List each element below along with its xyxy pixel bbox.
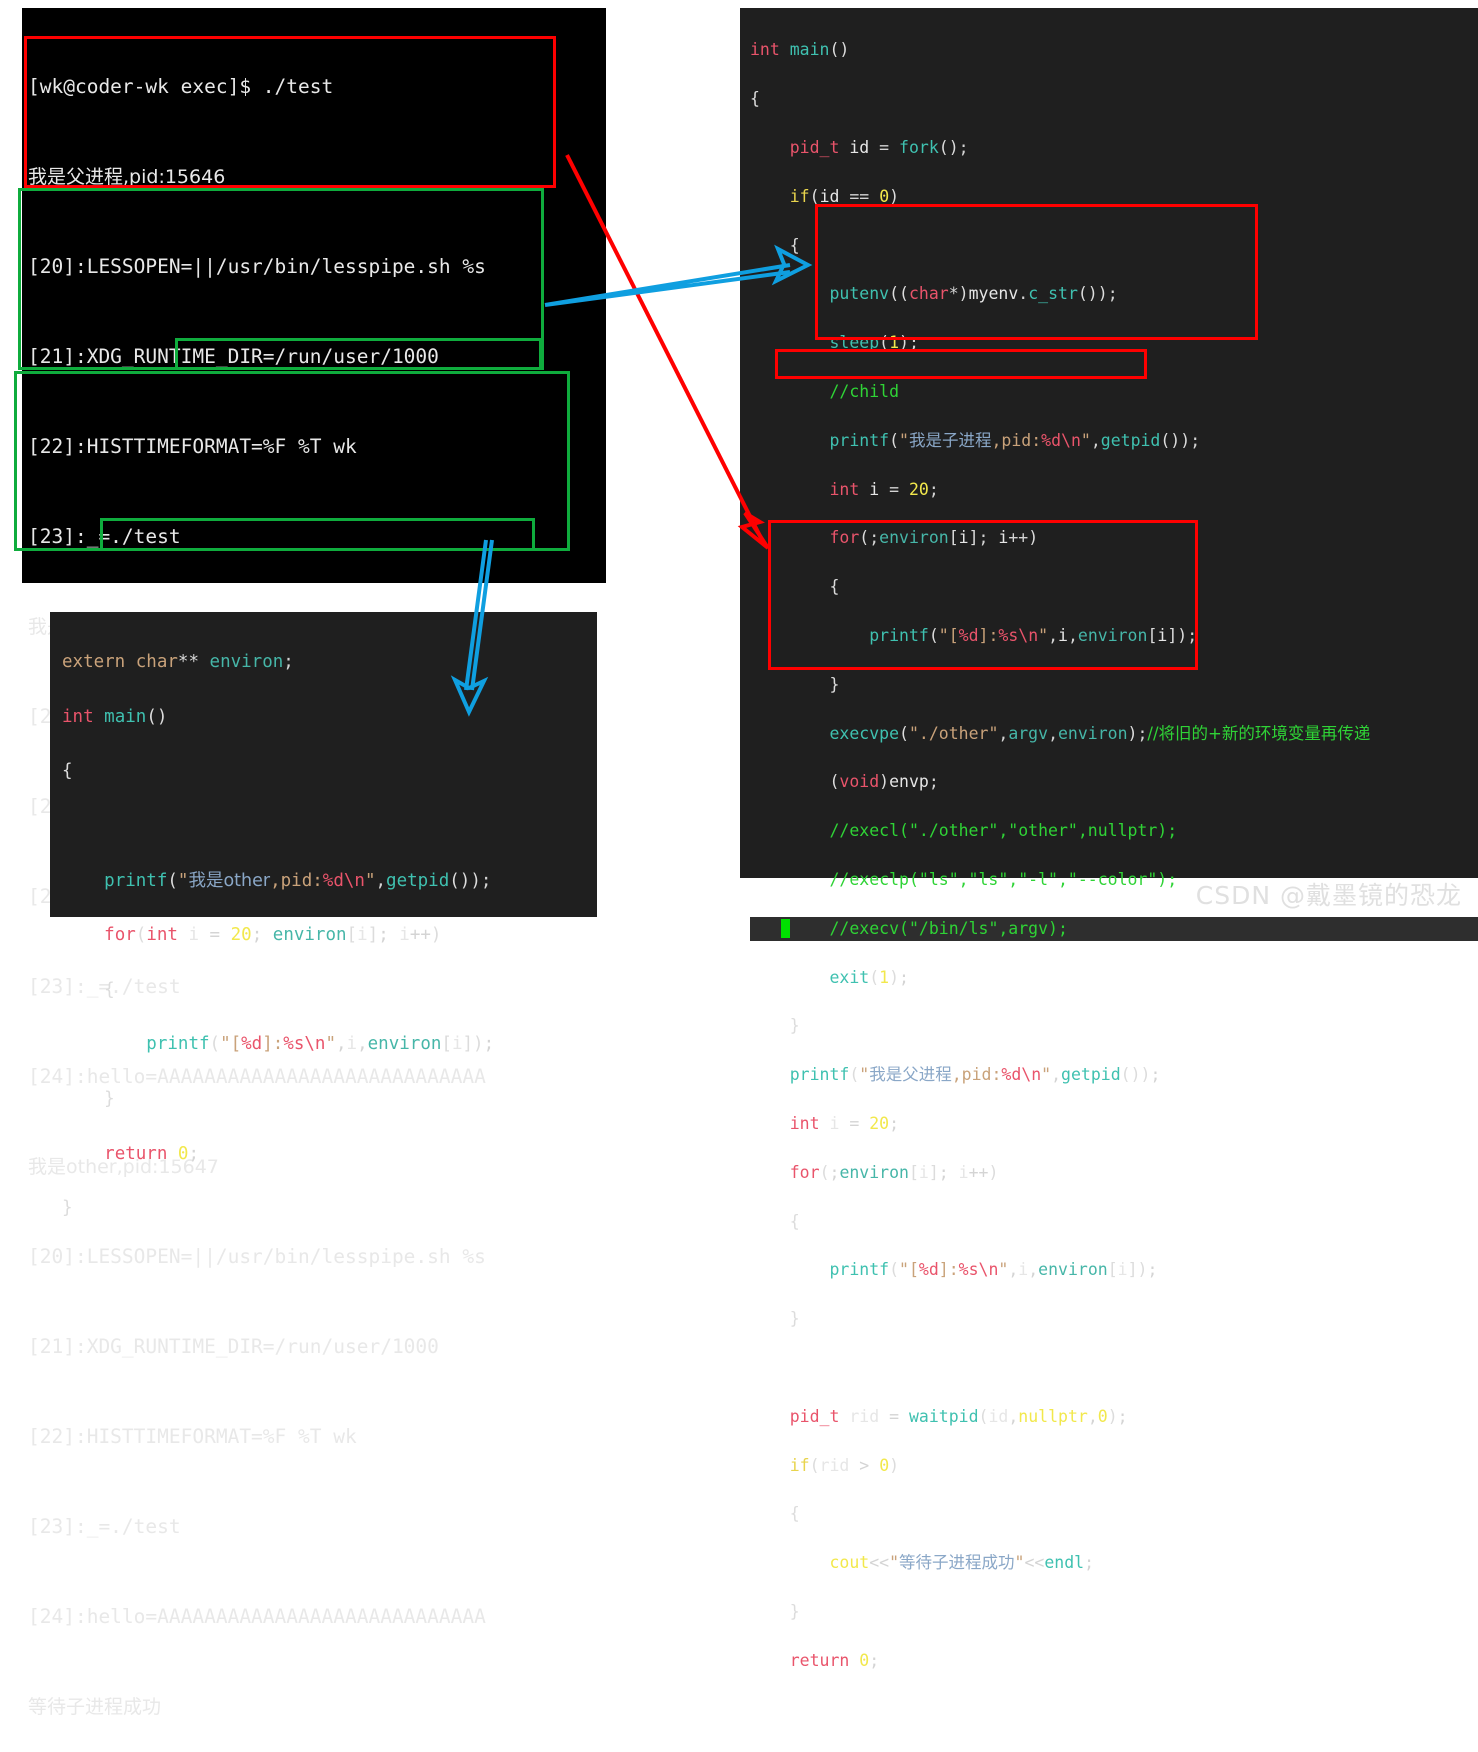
code-line: printf("[%d]:%s\n",i,environ[i]); (146, 1034, 495, 1055)
code-line: { (789, 1504, 800, 1524)
terminal-line: [22]:HISTTIMEFORMAT=%F %T wk (28, 1425, 357, 1448)
code-line-parent-printf: printf("我是父进程,pid:%d\n",getpid()); (789, 1065, 1161, 1085)
code-line: { (104, 979, 115, 1000)
terminal-line: [21]:XDG_RUNTIME_DIR=/run/user/1000 (28, 1335, 439, 1358)
code-line: } (789, 1309, 800, 1329)
red-arrow-parent (565, 154, 770, 550)
code-line: cout<<"等待子进程成功"<<endl; (829, 1553, 1095, 1573)
blue-arrow-other (450, 539, 494, 717)
code-line: } (104, 1089, 115, 1110)
terminal-line: [23]:_=./test (28, 1515, 181, 1538)
blue-arrow-child (544, 244, 813, 307)
code-line: { (789, 1211, 800, 1231)
code-line: for(;environ[i]; i++) (789, 1162, 999, 1182)
code-line: if(rid > 0) (789, 1455, 900, 1475)
code-line: } (789, 1016, 800, 1036)
code-line: pid_t rid = waitpid(id,nullptr,0); (789, 1406, 1128, 1426)
code-line: for(int i = 20; environ[i]; i++) (104, 925, 442, 946)
csdn-watermark: CSDN @戴墨镜的恐龙 (1195, 881, 1462, 910)
code-line: } (789, 1601, 800, 1621)
annotation-arrows (450, 154, 813, 717)
code-line: return 0; (104, 1143, 200, 1164)
terminal-line: [20]:LESSOPEN=||/usr/bin/lesspipe.sh %s (28, 1245, 486, 1268)
code-line: int i = 20; (789, 1113, 900, 1133)
code-line: exit(1); (829, 967, 909, 987)
terminal-line-other-hello: [24]:hello=AAAAAAAAAAAAAAAAAAAAAAAAAAAA (28, 1605, 486, 1628)
code-line: printf("[%d]:%s\n",i,environ[i]); (829, 1260, 1158, 1280)
code-line: } (62, 1198, 73, 1219)
code-line: return 0; (789, 1650, 880, 1670)
terminal-line-wait-success: 等待子进程成功 (28, 1696, 162, 1718)
